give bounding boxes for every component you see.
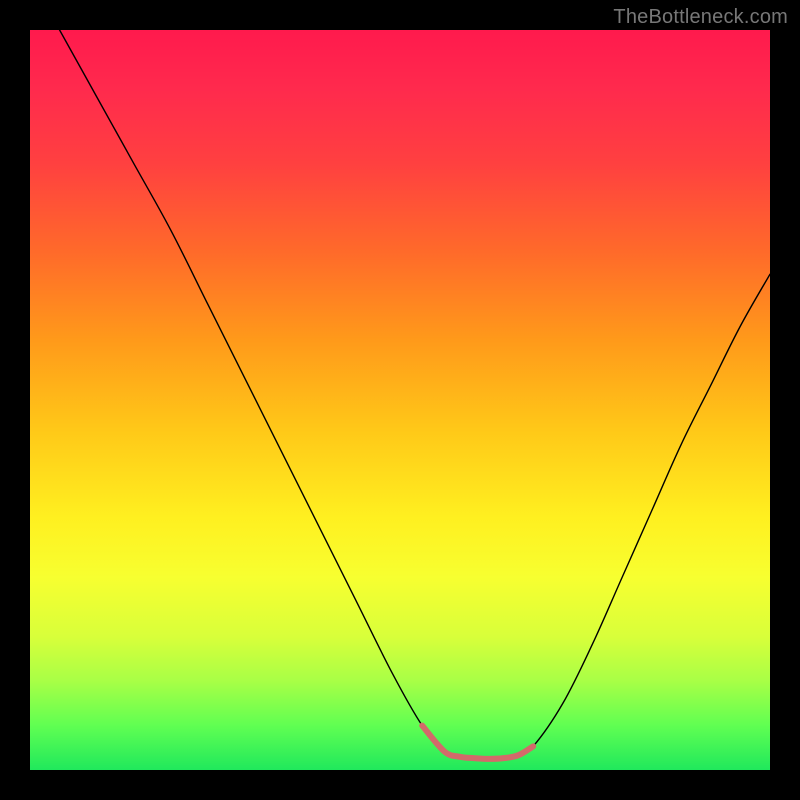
plot-area (30, 30, 770, 770)
line-valley-highlight (422, 726, 533, 759)
chart-frame: TheBottleneck.com (0, 0, 800, 800)
watermark-text: TheBottleneck.com (613, 6, 788, 29)
plot-svg (30, 30, 770, 770)
line-v-curve (60, 30, 770, 759)
